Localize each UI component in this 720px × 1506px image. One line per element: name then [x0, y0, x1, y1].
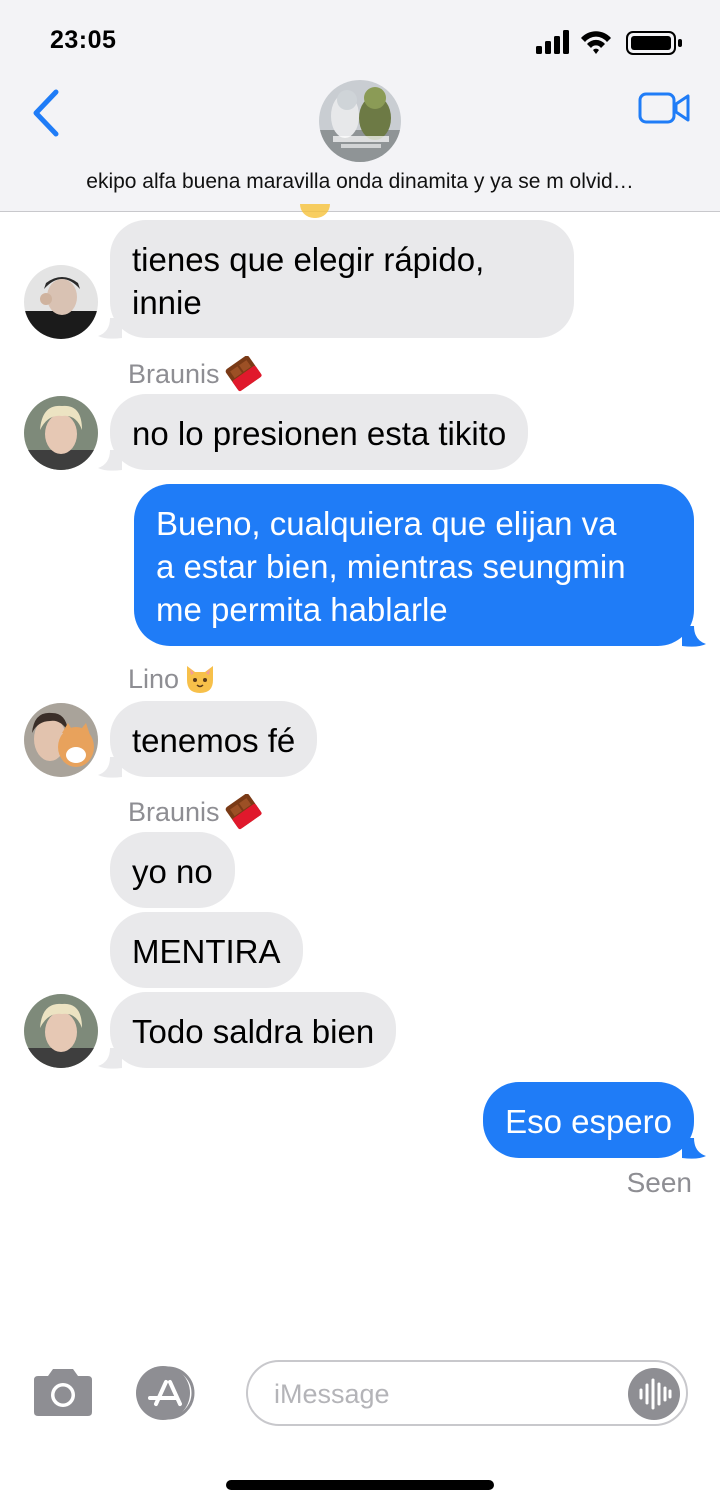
bubble-tail — [98, 757, 122, 778]
sender-avatar[interactable] — [24, 994, 98, 1068]
conversation-header: 23:05 ekipo alfa buena maravilla onda di… — [0, 0, 720, 212]
message-bubble-incoming[interactable]: Todo saldra bien — [110, 992, 397, 1068]
message-bubble-incoming[interactable]: MENTIRA — [110, 912, 303, 988]
message-text-line: tienes que elegir rápido, — [132, 241, 485, 278]
read-receipt: Seen — [626, 1167, 692, 1198]
message-bubble-incoming[interactable]: tienes que elegir rápido, innie — [110, 220, 574, 338]
sender-name-text: Braunis — [128, 796, 220, 827]
status-icons — [536, 30, 682, 55]
message-bubble-outgoing[interactable]: Bueno, cualquiera que elijan va a estar … — [134, 484, 694, 646]
avatar-photo — [24, 265, 98, 339]
app-store-button[interactable] — [134, 1364, 206, 1422]
cellular-signal-icon — [536, 30, 569, 54]
message-text-line: me permita hablarle — [156, 591, 448, 628]
message-input[interactable] — [272, 1372, 612, 1416]
sender-avatar[interactable] — [24, 265, 98, 339]
message-bubble-incoming[interactable]: tenemos fé — [110, 701, 318, 777]
cat-face-emoji-icon — [187, 666, 214, 693]
back-button[interactable] — [26, 88, 66, 138]
bubble-tail — [98, 450, 122, 471]
sender-name-text: Braunis — [128, 358, 220, 389]
message-bubble-incoming[interactable]: yo no — [110, 832, 235, 908]
message-input-field[interactable] — [246, 1360, 688, 1426]
bubble-tail — [98, 318, 122, 339]
message-text: MENTIRA — [132, 933, 281, 970]
message-text: Eso espero — [505, 1103, 672, 1140]
status-time: 23:05 — [50, 26, 117, 54]
message-text: no lo presionen esta tikito — [132, 415, 507, 452]
sender-avatar[interactable] — [24, 396, 98, 470]
waveform-icon — [639, 1378, 672, 1410]
bubble-tail — [98, 1048, 122, 1069]
home-indicator[interactable] — [226, 1480, 494, 1490]
video-call-button[interactable] — [638, 90, 690, 126]
battery-icon — [626, 31, 682, 55]
avatar-photo — [24, 396, 98, 470]
sender-name: Braunis — [128, 794, 264, 830]
chocolate-bar-emoji-icon — [225, 356, 262, 392]
group-name[interactable]: ekipo alfa buena maravilla onda dinamita… — [0, 170, 720, 194]
camera-icon — [34, 1369, 92, 1416]
chevron-left-icon — [33, 89, 59, 137]
video-camera-icon — [638, 92, 690, 124]
partial-emoji-reaction — [300, 204, 330, 218]
avatar-photo — [24, 703, 98, 777]
message-text: tenemos fé — [132, 722, 296, 759]
message-text-line: Bueno, cualquiera que elijan va — [156, 505, 617, 542]
message-text-line: innie — [132, 284, 202, 321]
message-text: Todo saldra bien — [132, 1013, 375, 1050]
avatar-photo — [24, 994, 98, 1068]
app-store-icon — [136, 1366, 195, 1420]
sender-name: Braunis — [128, 356, 264, 392]
message-bubble-outgoing[interactable]: Eso espero — [483, 1082, 694, 1158]
sender-avatar[interactable] — [24, 703, 98, 777]
message-text: yo no — [132, 853, 213, 890]
audio-message-button[interactable] — [628, 1368, 680, 1420]
group-avatar[interactable] — [319, 80, 401, 162]
camera-button[interactable] — [30, 1366, 96, 1420]
bubble-tail — [682, 626, 706, 647]
message-bubble-incoming[interactable]: no lo presionen esta tikito — [110, 394, 529, 470]
message-text-line: a estar bien, mientras seungmin — [156, 548, 626, 585]
bubble-tail — [682, 1138, 706, 1159]
chocolate-bar-emoji-icon — [225, 794, 262, 830]
sender-name-text: Lino — [128, 663, 180, 694]
wifi-icon — [581, 31, 611, 54]
sender-name: Lino — [128, 662, 217, 696]
group-photo — [319, 80, 401, 162]
